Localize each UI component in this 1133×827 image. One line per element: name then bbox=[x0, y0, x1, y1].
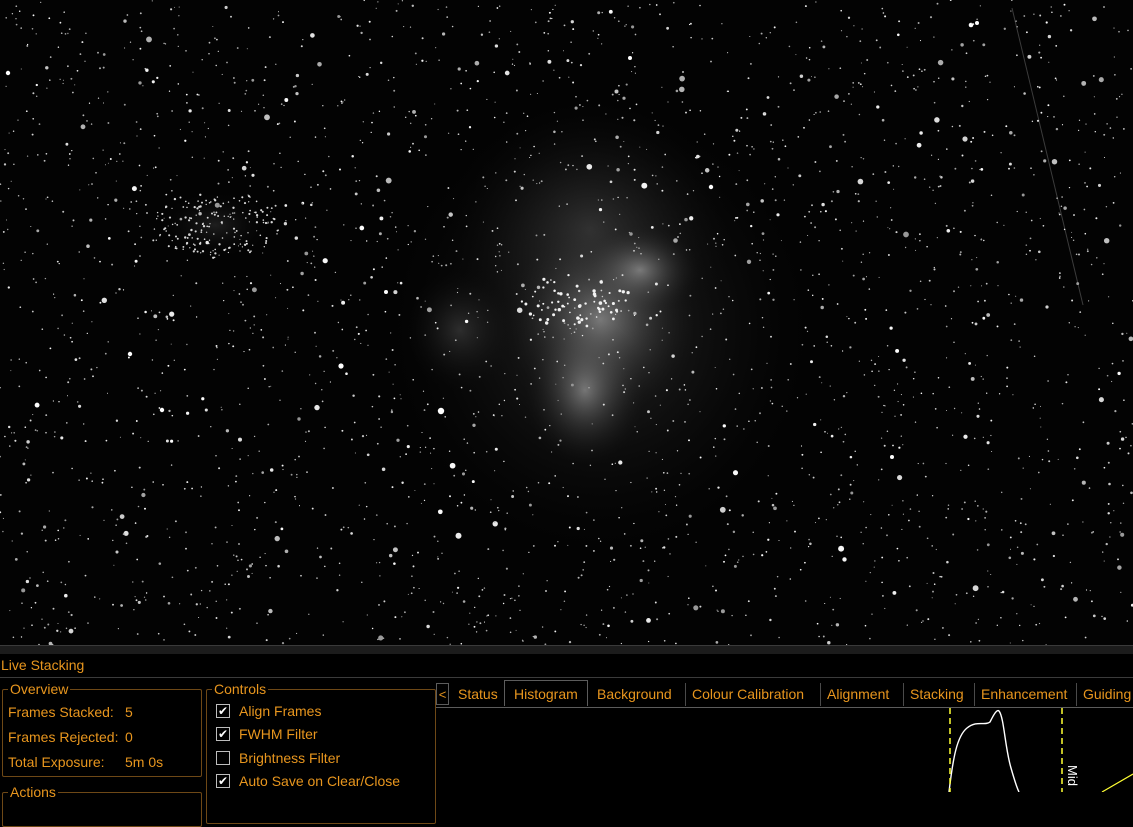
controls-legend: Controls bbox=[214, 681, 267, 697]
tab-status[interactable]: Status bbox=[458, 683, 498, 706]
histogram-curve bbox=[948, 709, 1020, 792]
total-exposure-value: 5m 0s bbox=[125, 754, 164, 770]
checkbox-box[interactable]: ✔ bbox=[216, 774, 230, 788]
tab-background[interactable]: Background bbox=[597, 683, 672, 706]
overview-legend: Overview bbox=[10, 681, 69, 697]
tab-histogram[interactable]: Histogram bbox=[504, 680, 588, 706]
tab-enhancement[interactable]: Enhancement bbox=[974, 683, 1067, 706]
tab-stacking[interactable]: Stacking bbox=[903, 683, 964, 706]
frames-stacked-row: Frames Stacked: 5 bbox=[8, 704, 133, 720]
midpoint-label: Mid bbox=[1065, 765, 1080, 786]
splitter-bar[interactable] bbox=[0, 645, 1133, 654]
auto-save-checkbox[interactable]: ✔ Auto Save on Clear/Close bbox=[216, 772, 400, 790]
frames-stacked-label: Frames Stacked: bbox=[8, 704, 114, 720]
align-frames-checkbox[interactable]: ✔ Align Frames bbox=[216, 702, 321, 720]
fwhm-filter-label: FWHM Filter bbox=[239, 726, 318, 742]
total-exposure-label: Total Exposure: bbox=[8, 754, 105, 770]
auto-save-label: Auto Save on Clear/Close bbox=[239, 773, 401, 789]
star-field-image bbox=[0, 0, 1133, 645]
frames-rejected-label: Frames Rejected: bbox=[8, 729, 119, 745]
frames-rejected-value: 0 bbox=[125, 729, 133, 745]
checkbox-box[interactable]: ✔ bbox=[216, 727, 230, 741]
checkbox-box[interactable] bbox=[216, 751, 230, 765]
tab-colour-calibration[interactable]: Colour Calibration bbox=[685, 683, 804, 706]
live-stacking-panel: Live Stacking Overview Frames Stacked: 5… bbox=[0, 654, 1133, 827]
panel-title: Live Stacking bbox=[1, 657, 85, 673]
checkbox-box[interactable]: ✔ bbox=[216, 704, 230, 718]
tab-bar: < Status Histogram Background Colour Cal… bbox=[436, 680, 1133, 708]
align-frames-label: Align Frames bbox=[239, 703, 322, 719]
histogram-view[interactable]: Mid bbox=[437, 708, 1133, 792]
frames-stacked-value: 5 bbox=[125, 704, 133, 720]
tab-guiding[interactable]: Guiding bbox=[1076, 683, 1131, 706]
actions-legend: Actions bbox=[10, 784, 56, 800]
histogram-plot: Mid bbox=[948, 708, 1133, 792]
brightness-filter-checkbox[interactable]: Brightness Filter bbox=[216, 749, 340, 767]
fwhm-filter-checkbox[interactable]: ✔ FWHM Filter bbox=[216, 725, 318, 743]
frames-rejected-row: Frames Rejected: 0 bbox=[8, 729, 133, 745]
tab-alignment[interactable]: Alignment bbox=[820, 683, 889, 706]
tab-scroll-left-button[interactable]: < bbox=[436, 683, 449, 705]
actions-group: Actions bbox=[2, 785, 202, 827]
total-exposure-row: Total Exposure: 5m 0s bbox=[8, 754, 163, 770]
title-divider bbox=[0, 677, 1133, 678]
live-stack-image[interactable] bbox=[0, 0, 1133, 645]
transfer-curve bbox=[1101, 773, 1133, 792]
brightness-filter-label: Brightness Filter bbox=[239, 750, 341, 766]
